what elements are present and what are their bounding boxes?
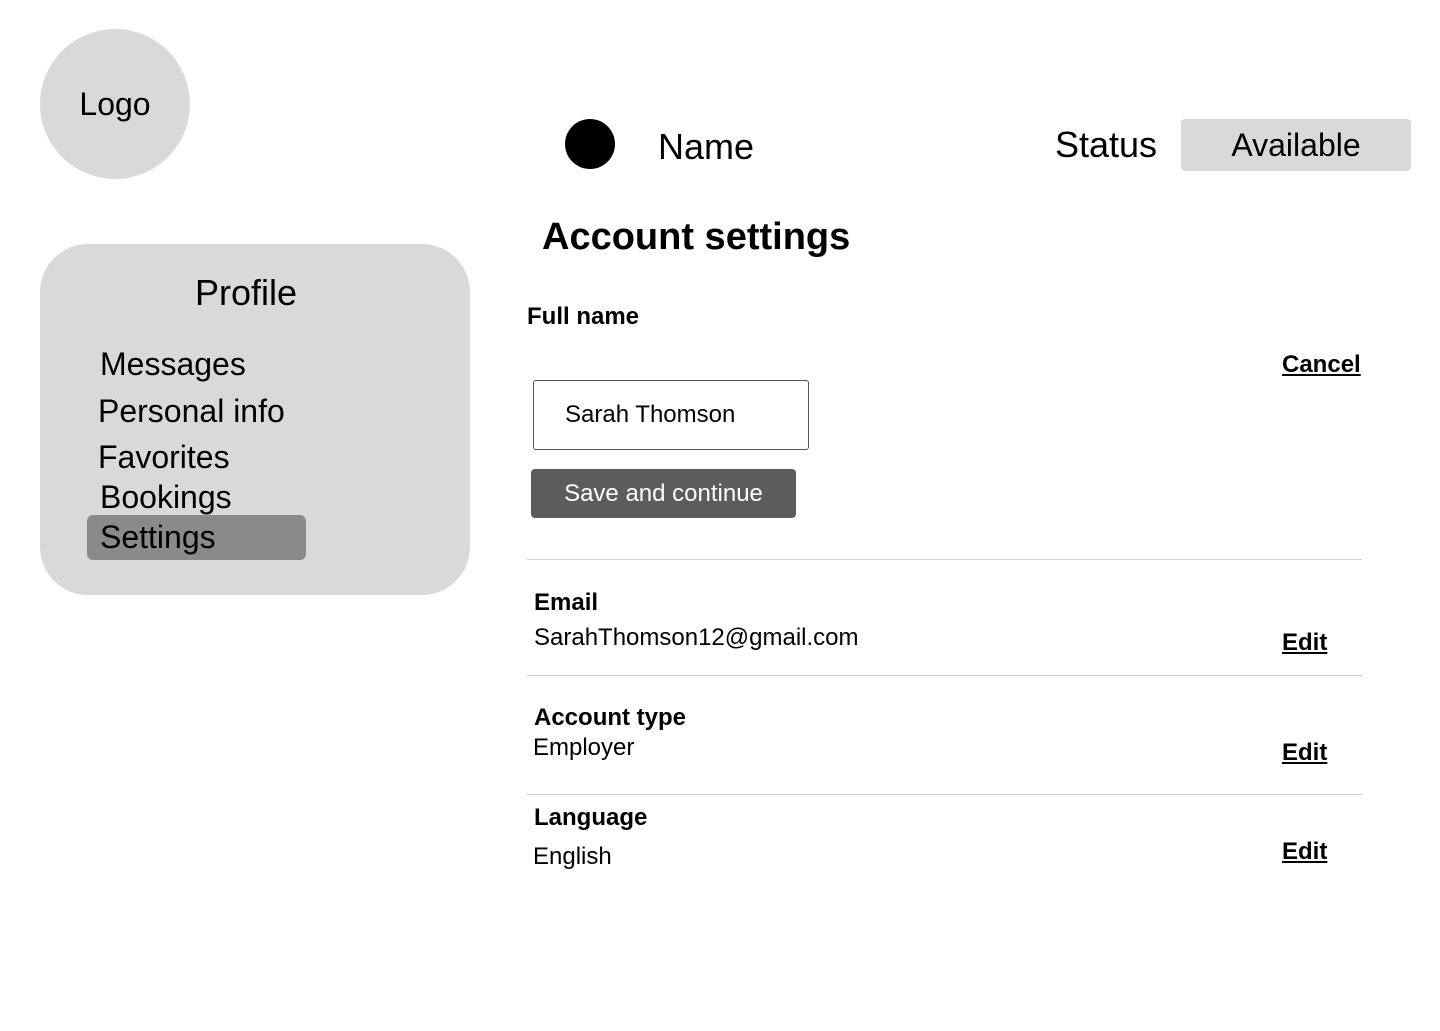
account-type-edit-link[interactable]: Edit [1282,739,1327,767]
avatar[interactable] [565,119,615,169]
divider [527,794,1362,795]
email-edit-link[interactable]: Edit [1282,629,1327,657]
logo-label: Logo [79,85,151,122]
sidebar-item-personal-info[interactable]: Personal info [98,392,285,430]
status-value: Available [1231,126,1361,163]
language-label: Language [534,804,648,831]
sidebar-item-bookings[interactable]: Bookings [100,478,232,516]
sidebar: Profile Messages Personal info Favorites… [40,244,470,595]
language-value: English [533,843,612,870]
user-name: Name [658,126,755,167]
status-badge[interactable]: Available [1181,119,1411,171]
sidebar-item-settings[interactable]: Settings [87,515,306,560]
account-type-value: Employer [533,734,635,761]
logo[interactable]: Logo [40,29,190,179]
status-label: Status [1055,124,1158,165]
language-edit-link[interactable]: Edit [1282,838,1327,866]
email-value: SarahThomson12@gmail.com [534,624,859,651]
sidebar-item-messages[interactable]: Messages [100,345,246,383]
account-type-label: Account type [534,704,687,731]
email-label: Email [534,589,599,616]
sidebar-title: Profile [194,272,298,313]
divider [527,559,1362,560]
full-name-input[interactable] [533,380,809,450]
full-name-label: Full name [527,303,640,330]
divider [527,675,1362,676]
sidebar-item-favorites[interactable]: Favorites [98,438,230,476]
page-title: Account settings [542,216,851,258]
cancel-link[interactable]: Cancel [1282,351,1361,379]
save-and-continue-button[interactable]: Save and continue [531,469,796,518]
